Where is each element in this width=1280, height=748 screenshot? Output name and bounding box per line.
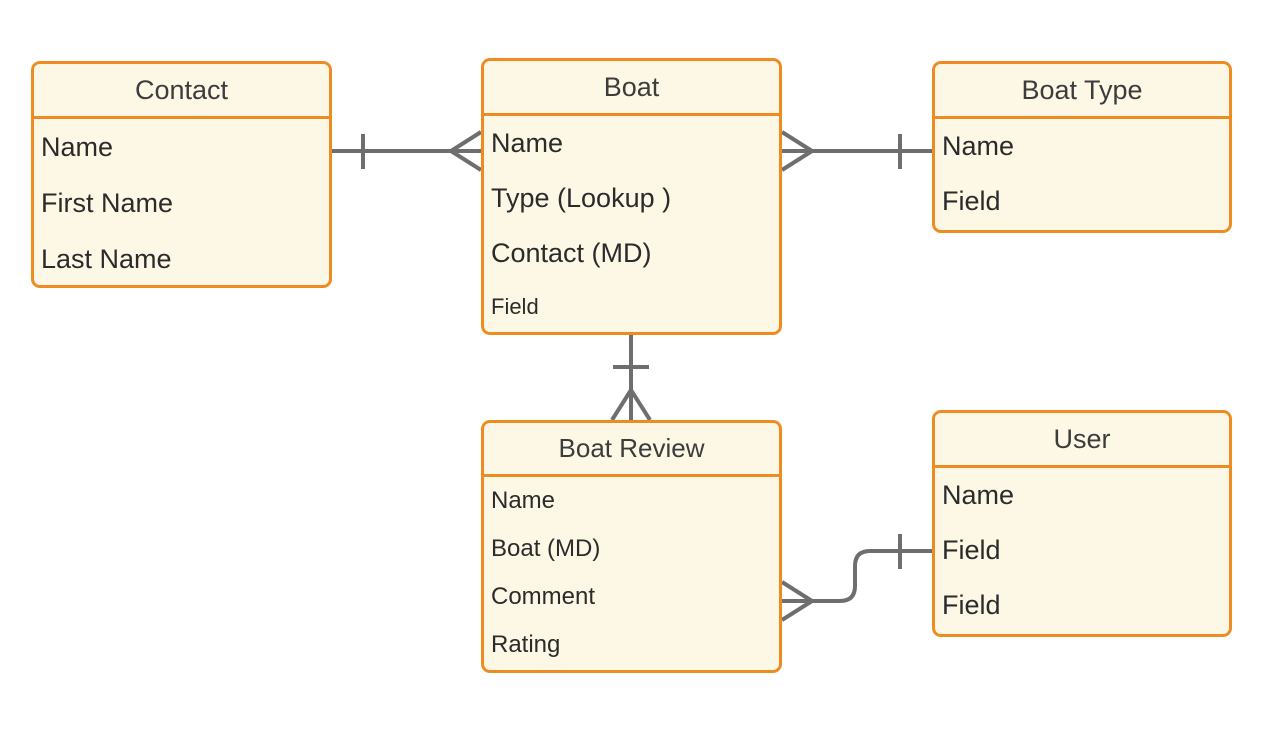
entity-boat-review-title: Boat Review bbox=[484, 423, 779, 477]
attribute-row: Field bbox=[942, 590, 1001, 620]
entity-boat-review[interactable]: Boat Review Name Boat (MD) Comment Ratin… bbox=[481, 420, 782, 673]
entity-user-title: User bbox=[935, 413, 1229, 468]
attribute-row: Boat (MD) bbox=[491, 535, 601, 562]
entity-user[interactable]: User Name Field Field bbox=[932, 410, 1232, 637]
attribute-row: Name bbox=[942, 131, 1015, 161]
entity-boat-type-title: Boat Type bbox=[935, 64, 1229, 119]
entity-boat-type-attributes: Name Field bbox=[935, 119, 1229, 229]
attribute-row: Name bbox=[41, 131, 114, 162]
attribute-row: Field bbox=[942, 535, 1001, 565]
entity-contact-title: Contact bbox=[34, 64, 329, 119]
attribute-row: Last Name bbox=[41, 243, 172, 274]
entity-user-attributes: Name Field Field bbox=[935, 468, 1229, 633]
attribute-row: First Name bbox=[41, 187, 174, 218]
connector-boat-review-user[interactable] bbox=[780, 534, 932, 622]
attribute-row: Name bbox=[491, 487, 556, 514]
entity-boat-type[interactable]: Boat Type Name Field bbox=[932, 61, 1232, 233]
connector-boat-boat-type[interactable] bbox=[780, 130, 932, 172]
entity-contact-attributes: Name First Name Last Name bbox=[34, 119, 329, 285]
attribute-row: Contact (MD) bbox=[491, 238, 652, 268]
entity-boat-review-attributes: Name Boat (MD) Comment Rating bbox=[484, 477, 779, 669]
attribute-row: Comment bbox=[491, 583, 596, 610]
entity-boat[interactable]: Boat Name Type (Lookup ) Contact (MD) Fi… bbox=[481, 58, 782, 335]
attribute-row: Type (Lookup ) bbox=[491, 183, 672, 213]
entity-contact[interactable]: Contact Name First Name Last Name bbox=[31, 61, 332, 288]
connector-boat-boat-review[interactable] bbox=[610, 335, 652, 422]
entity-boat-title: Boat bbox=[484, 61, 779, 116]
attribute-row: Name bbox=[942, 480, 1015, 510]
attribute-row: Field bbox=[491, 294, 539, 319]
entity-boat-attributes: Name Type (Lookup ) Contact (MD) Field bbox=[484, 116, 779, 332]
attribute-row: Name bbox=[491, 128, 564, 158]
connector-contact-boat[interactable] bbox=[332, 130, 483, 172]
erd-canvas: Contact Name First Name Last Name Boat N… bbox=[0, 0, 1280, 748]
attribute-row: Rating bbox=[491, 631, 561, 658]
attribute-row: Field bbox=[942, 186, 1001, 216]
